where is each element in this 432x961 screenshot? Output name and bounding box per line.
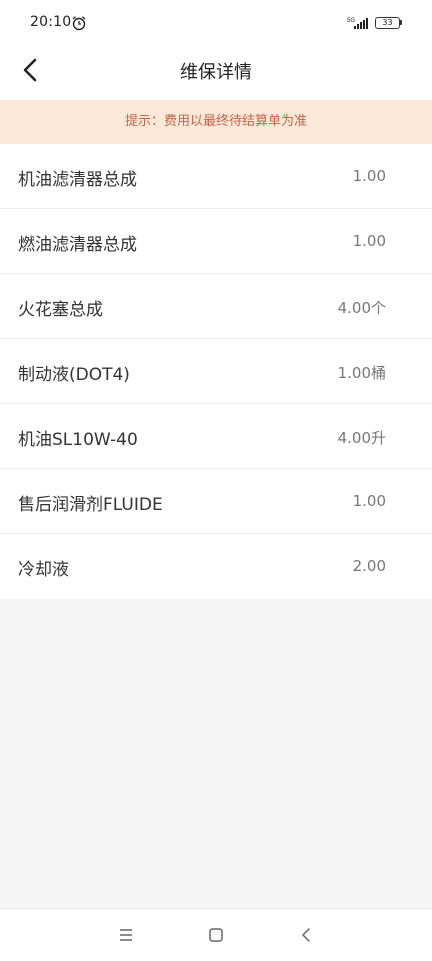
item-quantity: 4.00个 — [337, 299, 386, 317]
status-time: 20:10 — [30, 14, 72, 30]
item-quantity: 2.00 — [352, 557, 386, 575]
menu-icon[interactable] — [116, 925, 136, 945]
network-type: 5G — [347, 18, 355, 24]
item-quantity: 4.00升 — [337, 429, 386, 447]
parts-list: 机油滤清器总成 1.00 燃油滤清器总成 1.00 火花塞总成 4.00个 制动… — [0, 144, 432, 599]
battery-icon: 33 — [375, 17, 402, 29]
item-name: 冷却液 — [18, 560, 69, 580]
signal-icon: 5G — [347, 18, 368, 29]
notice-banner: 提示：费用以最终待结算单为准 — [0, 100, 432, 144]
battery-level: 33 — [375, 17, 400, 29]
battery-tip — [400, 20, 402, 25]
item-quantity: 1.00桶 — [337, 364, 386, 382]
item-quantity: 1.00 — [352, 167, 386, 185]
list-item: 机油滤清器总成 1.00 — [0, 144, 432, 209]
item-name: 制动液(DOT4) — [18, 365, 130, 385]
page-title: 维保详情 — [180, 62, 252, 83]
list-item: 火花塞总成 4.00个 — [0, 274, 432, 339]
list-item: 售后润滑剂FLUIDE 1.00 — [0, 469, 432, 534]
item-quantity: 1.00 — [352, 492, 386, 510]
status-bar: 20:10 5G 33 — [0, 0, 432, 44]
item-quantity: 1.00 — [352, 232, 386, 250]
item-name: 燃油滤清器总成 — [18, 235, 137, 255]
nav-bar: 维保详情 — [0, 44, 432, 100]
back-icon[interactable] — [297, 925, 317, 945]
list-item: 机油SL10W-40 4.00升 — [0, 404, 432, 469]
list-item: 燃油滤清器总成 1.00 — [0, 209, 432, 274]
alarm-clock-icon — [72, 16, 86, 31]
system-nav-bar — [0, 908, 432, 961]
item-name: 机油SL10W-40 — [18, 430, 138, 450]
list-item: 冷却液 2.00 — [0, 534, 432, 599]
list-item: 制动液(DOT4) 1.00桶 — [0, 339, 432, 404]
home-icon[interactable] — [206, 925, 226, 945]
item-name: 机油滤清器总成 — [18, 170, 137, 190]
item-name: 售后润滑剂FLUIDE — [18, 495, 163, 515]
item-name: 火花塞总成 — [18, 300, 103, 320]
